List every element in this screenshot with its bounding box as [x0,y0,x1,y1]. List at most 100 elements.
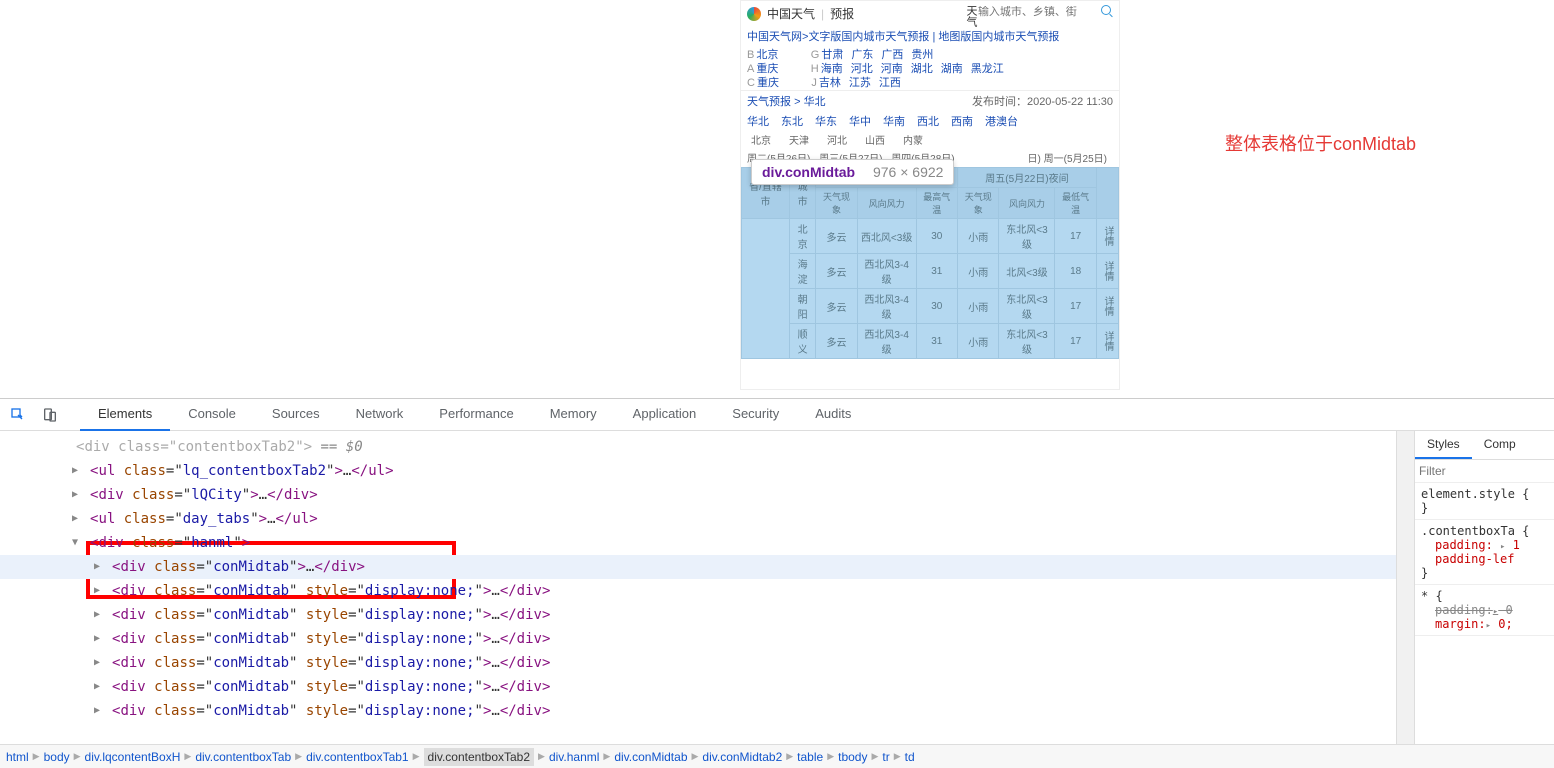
dom-node[interactable]: ▶<div class="conMidtab" style="display:n… [0,627,1396,651]
region-tab[interactable]: 华北 [747,116,769,128]
page-breadcrumb: 中国天气网>文字版国内城市天气预报 | 地图版国内城市天气预报 [741,26,1119,46]
expand-icon[interactable]: ▼ [72,532,78,554]
forecast-region[interactable]: 华北 [804,96,826,108]
annotation-text: 整体表格位于conMidtab [1225,130,1416,156]
province-grid: B北京 G甘肃广东广西贵州 A重庆 H海南河北河南湖北湖南黑龙江 C重庆 J吉林… [741,46,1119,90]
expand-icon[interactable]: ▶ [94,556,100,578]
style-rule[interactable]: element.style {} [1415,483,1554,520]
devtools-tab-memory[interactable]: Memory [532,398,615,431]
breadcrumb-item[interactable]: tr [882,750,889,764]
dom-node[interactable]: ▶<div class="conMidtab" style="display:n… [0,699,1396,723]
city-tab[interactable]: 内蒙 [903,136,923,147]
forecast-head: 天气预报 > 华北 发布时间：2020-05-22 11:30 [741,90,1119,111]
expand-icon[interactable]: ▶ [72,484,78,506]
breadcrumb-item[interactable]: div.contentboxTab [195,750,291,764]
dom-node[interactable]: ▶<ul class="lq_contentboxTab2">…</ul> [0,459,1396,483]
region-tab[interactable]: 港澳台 [985,116,1018,128]
devtools-toolbar: ElementsConsoleSourcesNetworkPerformance… [0,399,1554,431]
section-label: 预报 [830,5,854,22]
publish-time: 发布时间：2020-05-22 11:30 [972,93,1113,109]
table-row: 朝阳多云西北风3-4级30小雨东北风<3级17详情 [742,289,1119,324]
dom-node[interactable]: ▶<div class="conMidtab">…</div> [0,555,1396,579]
region-tab[interactable]: 西南 [951,116,973,128]
expand-icon[interactable]: ▶ [94,700,100,722]
element-tooltip: div.conMidtab 976 × 6922 [751,159,954,185]
region-tab[interactable]: 西北 [917,116,939,128]
devtools-tab-application[interactable]: Application [615,398,715,431]
dom-node[interactable]: ▶<div class="lQCity">…</div> [0,483,1396,507]
region-tab[interactable]: 华中 [849,116,871,128]
breadcrumb-item[interactable]: body [44,750,70,764]
style-rule[interactable]: .contentboxTa { padding: ▸ 1 padding-lef… [1415,520,1554,585]
search-icon[interactable] [1101,5,1111,15]
breadcrumb-item[interactable]: div.conMidtab2 [702,750,782,764]
region-tab[interactable]: 华东 [815,116,837,128]
devtools-panel: ElementsConsoleSourcesNetworkPerformance… [0,398,1554,768]
expand-icon[interactable]: ▶ [94,580,100,602]
tooltip-dimensions: 976 × 6922 [873,164,943,180]
breadcrumb-link1[interactable]: 文字版国内城市天气预报 [808,31,929,43]
weather-table: 省/直辖市 城市 周五(5月22日)白天 周五(5月22日)夜间 天气现象 风向… [741,167,1119,359]
style-rule[interactable]: * { padding:▸ 0 margin:▸ 0; [1415,585,1554,636]
dom-node[interactable]: ▼<div class="hanml"> [0,531,1396,555]
breadcrumb-item[interactable]: html [6,750,29,764]
dom-node[interactable]: ▶<div class="conMidtab" style="display:n… [0,651,1396,675]
breadcrumb-item[interactable]: tbody [838,750,867,764]
expand-icon[interactable]: ▶ [72,508,78,530]
breadcrumb-link2[interactable]: 地图版国内城市天气预报 [938,31,1059,43]
scrollbar[interactable] [1396,431,1414,744]
expand-icon[interactable]: ▶ [94,628,100,650]
city-tab[interactable]: 河北 [827,136,847,147]
styles-tab[interactable]: Styles [1415,431,1472,459]
computed-tab[interactable]: Comp [1472,431,1528,459]
styles-filter [1415,460,1554,483]
col-night: 周五(5月22日)夜间 [958,168,1097,188]
dom-node[interactable]: ▶<div class="conMidtab" style="display:n… [0,579,1396,603]
styles-panel: Styles Comp element.style {} .contentbox… [1414,431,1554,744]
dom-node[interactable]: ▶<div class="conMidtab" style="display:n… [0,675,1396,699]
dom-node[interactable]: ▶<ul class="day_tabs">…</ul> [0,507,1396,531]
expand-icon[interactable]: ▶ [94,604,100,626]
search-box [978,5,1111,18]
device-toggle-icon[interactable] [38,403,62,427]
page-preview: 中国天气 | 预报 天气 中国天气网>文字版国内城市天气预报 | 地图版国内城市… [740,0,1120,390]
breadcrumb-item[interactable]: div.contentboxTab1 [306,750,409,764]
breadcrumb-item[interactable]: div.conMidtab [614,750,687,764]
breadcrumb-item[interactable]: div.contentboxTab2 [424,748,535,766]
breadcrumb-item[interactable]: div.lqcontentBoxH [85,750,181,764]
devtools-tab-security[interactable]: Security [714,398,797,431]
expand-icon[interactable]: ▶ [94,652,100,674]
breadcrumb-site[interactable]: 中国天气网 [747,31,802,43]
expand-icon[interactable]: ▶ [94,676,100,698]
inspect-icon[interactable] [6,403,30,427]
devtools-tab-audits[interactable]: Audits [797,398,869,431]
forecast-label[interactable]: 天气预报 [747,96,791,108]
city-tab[interactable]: 天津 [789,136,809,147]
elements-panel[interactable]: <div class="contentboxTab2"> == $0 ▶<ul … [0,431,1396,744]
expand-icon[interactable]: ▶ [72,460,78,482]
devtools-tab-performance[interactable]: Performance [421,398,531,431]
breadcrumb-item[interactable]: table [797,750,823,764]
region-tab[interactable]: 华南 [883,116,905,128]
devtools-tabs: ElementsConsoleSourcesNetworkPerformance… [80,398,869,431]
col-detail [1096,168,1118,219]
region-tab[interactable]: 东北 [781,116,803,128]
search-input[interactable] [978,6,1098,18]
devtools-tab-network[interactable]: Network [338,398,422,431]
divider: | [821,7,824,21]
devtools-tab-sources[interactable]: Sources [254,398,338,431]
breadcrumb-item[interactable]: td [905,750,915,764]
logo-icon [747,7,761,21]
city-tab[interactable]: 北京 [751,136,771,147]
dom-node[interactable]: ▶<div class="conMidtab" style="display:n… [0,603,1396,627]
styles-tabs: Styles Comp [1415,431,1554,460]
table-row: 海淀多云西北风3-4级31小雨北风<3级18详情 [742,254,1119,289]
city-tab[interactable]: 山西 [865,136,885,147]
devtools-tab-elements[interactable]: Elements [80,398,170,431]
devtools-tab-console[interactable]: Console [170,398,254,431]
tooltip-selector: div.conMidtab [762,164,855,180]
day-tab-right[interactable]: 日) 周一(5月25日) [1028,150,1107,165]
weather-vertical-label: 天气 [963,5,979,27]
breadcrumb-item[interactable]: div.hanml [549,750,599,764]
filter-input[interactable] [1419,464,1550,478]
